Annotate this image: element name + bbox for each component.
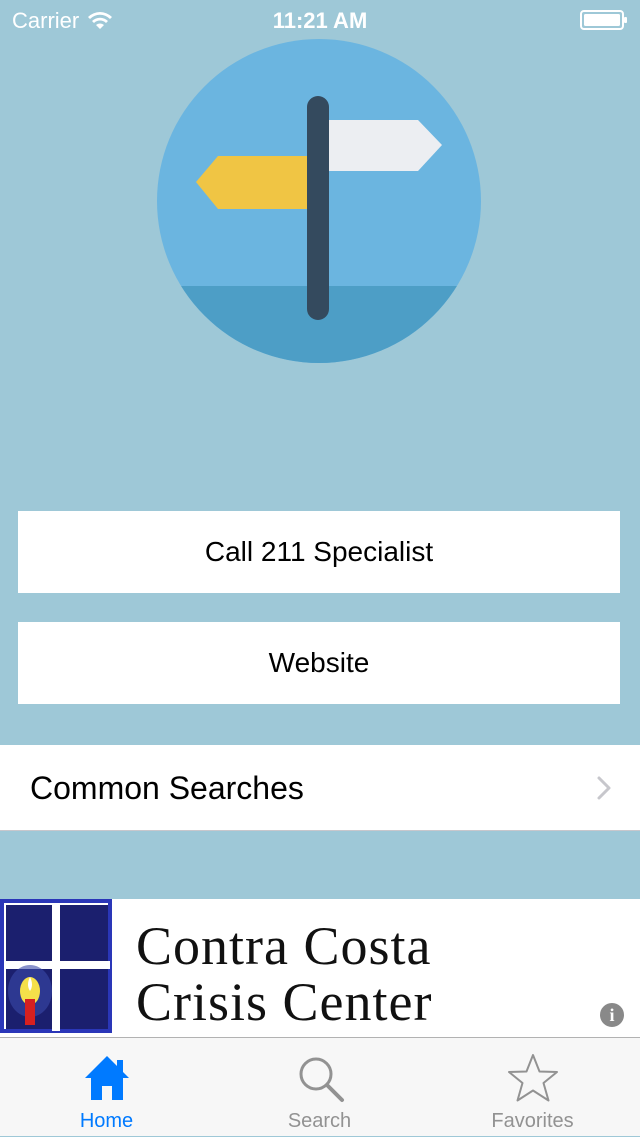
tab-bar: Home Search Favorites	[0, 1037, 640, 1136]
ad-info-icon[interactable]: i	[598, 1001, 626, 1029]
status-bar: Carrier 11:21 AM	[0, 0, 640, 40]
status-time: 11:21 AM	[272, 8, 368, 33]
search-icon	[299, 1057, 344, 1102]
right-sign-board	[328, 120, 442, 171]
signpost-icon	[157, 39, 481, 363]
tab-search-label: Search	[287, 1110, 352, 1132]
banner-title-line2: Crisis Center	[136, 972, 433, 1032]
banner-title-line1: Contra Costa	[136, 916, 432, 976]
chevron-right-icon	[597, 776, 611, 800]
left-sign-board	[196, 156, 310, 209]
battery-icon	[580, 10, 627, 30]
tab-search[interactable]: Search	[213, 1038, 426, 1137]
website-button[interactable]: Website	[18, 622, 620, 704]
ad-banner[interactable]: Contra Costa Crisis Center i	[0, 899, 640, 1037]
call-211-button[interactable]: Call 211 Specialist	[18, 511, 620, 593]
tab-home-label: Home	[79, 1110, 134, 1132]
common-searches-label: Common Searches	[30, 770, 304, 806]
home-icon	[84, 1056, 129, 1100]
tab-home[interactable]: Home	[0, 1038, 213, 1137]
tab-favorites[interactable]: Favorites	[426, 1038, 639, 1137]
star-icon	[507, 1054, 558, 1102]
common-searches-row[interactable]: Common Searches	[0, 745, 640, 831]
tab-favorites-label: Favorites	[491, 1110, 574, 1132]
candle-window-logo	[0, 899, 112, 1033]
sign-post	[307, 96, 329, 320]
